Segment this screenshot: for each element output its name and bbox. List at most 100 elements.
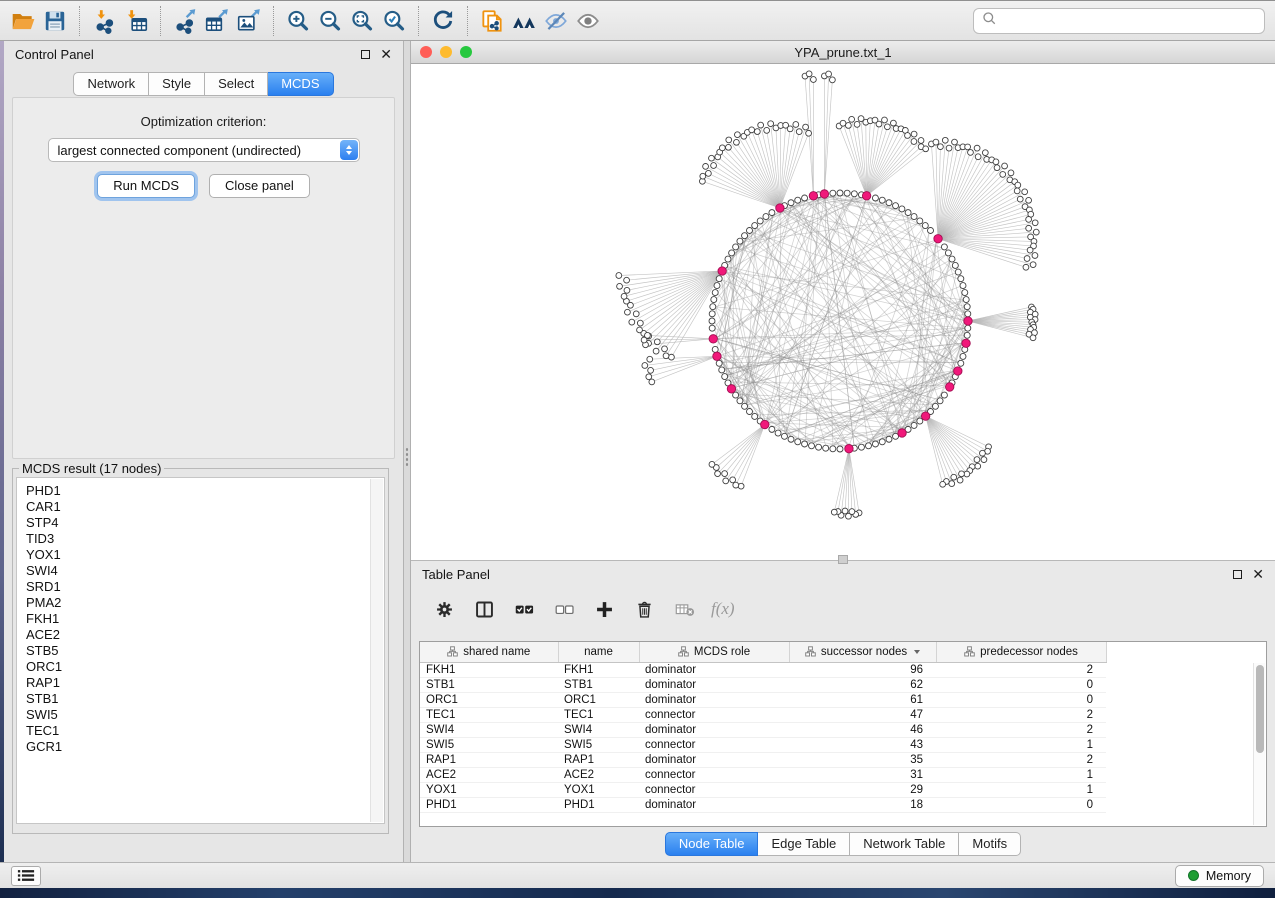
- mcds-hub-node[interactable]: [934, 235, 942, 243]
- network-node[interactable]: [752, 413, 758, 419]
- mcds-hub-node[interactable]: [776, 204, 784, 212]
- network-node[interactable]: [795, 197, 801, 203]
- network-node[interactable]: [781, 433, 787, 439]
- leaf-node[interactable]: [758, 122, 764, 128]
- network-node[interactable]: [775, 430, 781, 436]
- leaf-node[interactable]: [806, 71, 812, 77]
- network-node[interactable]: [886, 436, 892, 442]
- network-node[interactable]: [879, 439, 885, 445]
- tab-network-table[interactable]: Network Table: [850, 832, 959, 856]
- leaf-node[interactable]: [980, 450, 986, 456]
- leaf-node[interactable]: [1026, 197, 1032, 203]
- leaf-node[interactable]: [1030, 262, 1036, 268]
- mcds-hub-node[interactable]: [964, 317, 972, 325]
- leaf-node[interactable]: [621, 293, 627, 299]
- network-node[interactable]: [958, 360, 964, 366]
- result-list-item[interactable]: RAP1: [26, 675, 384, 691]
- leaf-node[interactable]: [738, 483, 744, 489]
- leaf-node[interactable]: [768, 121, 774, 127]
- float-table-panel-icon[interactable]: [1233, 570, 1242, 579]
- leaf-node[interactable]: [669, 354, 675, 360]
- column-header-successor-nodes[interactable]: successor nodes: [789, 642, 936, 662]
- network-node[interactable]: [964, 332, 970, 338]
- leaf-node[interactable]: [629, 319, 635, 325]
- result-list-item[interactable]: YOX1: [26, 547, 384, 563]
- delete-table-icon[interactable]: [671, 594, 698, 624]
- network-node[interactable]: [712, 346, 718, 352]
- network-node[interactable]: [865, 443, 871, 449]
- table-row[interactable]: TEC1TEC1connector472: [420, 707, 1106, 722]
- leaf-node[interactable]: [905, 133, 911, 139]
- leaf-node[interactable]: [1030, 335, 1036, 341]
- leaf-node[interactable]: [829, 77, 835, 83]
- network-node[interactable]: [809, 443, 815, 449]
- leaf-node[interactable]: [624, 287, 630, 293]
- network-node[interactable]: [769, 210, 775, 216]
- leaf-node[interactable]: [654, 339, 660, 345]
- network-node[interactable]: [928, 227, 934, 233]
- network-node[interactable]: [769, 426, 775, 432]
- panel-splitter[interactable]: [404, 41, 411, 862]
- tab-motifs[interactable]: Motifs: [959, 832, 1021, 856]
- network-node[interactable]: [733, 244, 739, 250]
- import-network-icon[interactable]: [88, 6, 120, 36]
- network-node[interactable]: [965, 311, 971, 317]
- network-node[interactable]: [722, 374, 728, 380]
- hide-selected-icon[interactable]: [540, 6, 572, 36]
- network-node[interactable]: [911, 214, 917, 220]
- network-node[interactable]: [830, 190, 836, 196]
- leaf-node[interactable]: [625, 309, 631, 315]
- leaf-node[interactable]: [911, 131, 917, 137]
- table-row[interactable]: FKH1FKH1dominator962: [420, 662, 1106, 677]
- network-node[interactable]: [858, 444, 864, 450]
- mcds-hub-node[interactable]: [845, 444, 853, 452]
- network-canvas[interactable]: [411, 64, 1275, 560]
- table-row[interactable]: ORC1ORC1dominator610: [420, 692, 1106, 707]
- leaf-node[interactable]: [637, 327, 643, 333]
- leaf-node[interactable]: [637, 320, 643, 326]
- network-node[interactable]: [960, 283, 966, 289]
- close-panel-button[interactable]: Close panel: [209, 174, 310, 198]
- tab-mcds[interactable]: MCDS: [268, 72, 333, 96]
- tab-select[interactable]: Select: [205, 72, 268, 96]
- network-node[interactable]: [788, 200, 794, 206]
- network-node[interactable]: [837, 190, 843, 196]
- mcds-hub-node[interactable]: [862, 192, 870, 200]
- leaf-node[interactable]: [709, 461, 715, 467]
- leaf-node[interactable]: [711, 163, 717, 169]
- network-node[interactable]: [893, 203, 899, 209]
- result-list-item[interactable]: FKH1: [26, 611, 384, 627]
- export-image-icon[interactable]: [233, 6, 265, 36]
- network-node[interactable]: [719, 367, 725, 373]
- network-node[interactable]: [737, 398, 743, 404]
- leaf-node[interactable]: [653, 348, 659, 354]
- network-node[interactable]: [941, 392, 947, 398]
- leaf-node[interactable]: [1008, 170, 1014, 176]
- show-all-icon[interactable]: [572, 6, 604, 36]
- add-column-icon[interactable]: [591, 594, 618, 624]
- leaf-node[interactable]: [796, 129, 802, 135]
- import-table-icon[interactable]: [120, 6, 152, 36]
- leaf-node[interactable]: [719, 145, 725, 151]
- leaf-node[interactable]: [616, 273, 622, 279]
- network-node[interactable]: [955, 269, 961, 275]
- result-list-item[interactable]: STP4: [26, 515, 384, 531]
- leaf-node[interactable]: [946, 145, 952, 151]
- mcds-hub-node[interactable]: [709, 335, 717, 343]
- criterion-dropdown[interactable]: largest connected component (undirected): [48, 138, 360, 162]
- network-node[interactable]: [949, 256, 955, 262]
- first-neighbors-icon[interactable]: [508, 6, 540, 36]
- result-list-item[interactable]: CAR1: [26, 499, 384, 515]
- network-node[interactable]: [830, 446, 836, 452]
- tab-network[interactable]: Network: [73, 72, 149, 96]
- close-window-icon[interactable]: [420, 46, 432, 58]
- leaf-node[interactable]: [854, 121, 860, 127]
- leaf-node[interactable]: [726, 137, 732, 143]
- network-node[interactable]: [872, 441, 878, 447]
- network-graph[interactable]: [411, 64, 1275, 560]
- network-node[interactable]: [746, 409, 752, 415]
- zoom-selected-icon[interactable]: [378, 6, 410, 36]
- network-node[interactable]: [872, 195, 878, 201]
- mcds-hub-node[interactable]: [713, 352, 721, 360]
- network-node[interactable]: [911, 422, 917, 428]
